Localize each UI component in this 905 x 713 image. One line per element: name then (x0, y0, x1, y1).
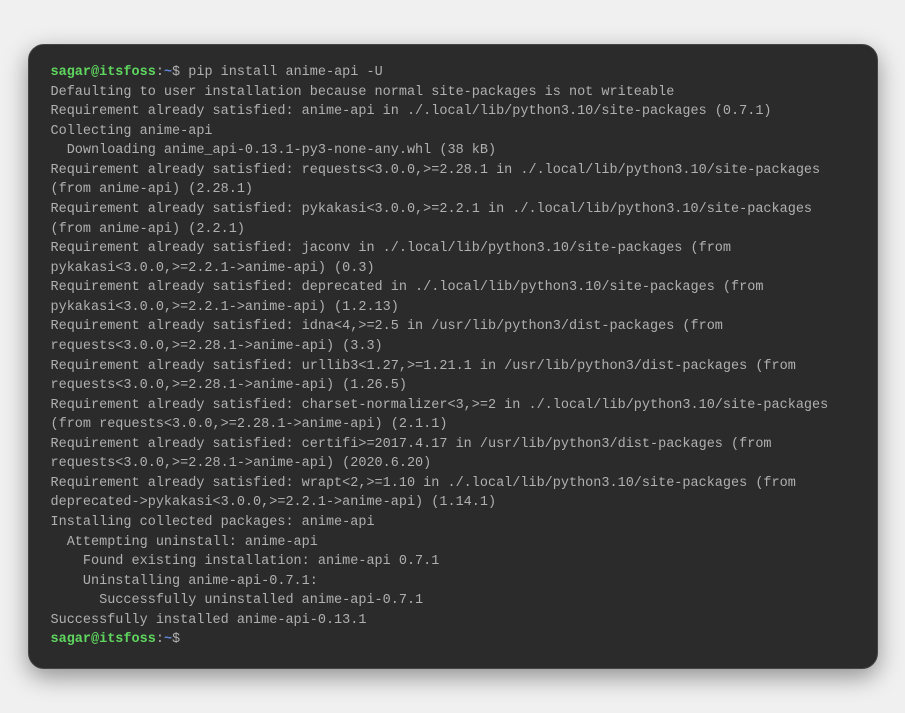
prompt-dollar: $ (172, 632, 188, 647)
output-line: Found existing installation: anime-api 0… (51, 554, 440, 569)
output-line: Requirement already satisfied: certifi>=… (51, 437, 780, 472)
output-line: Installing collected packages: anime-api (51, 515, 375, 530)
command-text: pip install anime-api -U (188, 65, 382, 80)
output-line: Requirement already satisfied: anime-api… (51, 104, 772, 119)
prompt-colon: : (156, 65, 164, 80)
output-line: Downloading anime_api-0.13.1-py3-none-an… (51, 143, 497, 158)
prompt-user-host: sagar@itsfoss (51, 632, 156, 647)
output-line: Requirement already satisfied: requests<… (51, 163, 829, 198)
output-line: Requirement already satisfied: jaconv in… (51, 241, 740, 276)
prompt-dollar: $ (172, 65, 188, 80)
output-line: Successfully uninstalled anime-api-0.7.1 (51, 593, 424, 608)
output-line: Defaulting to user installation because … (51, 85, 675, 100)
output-line: Requirement already satisfied: pykakasi<… (51, 202, 821, 237)
output-line: Uninstalling anime-api-0.7.1: (51, 574, 318, 589)
output-line: Requirement already satisfied: idna<4,>=… (51, 319, 732, 354)
prompt-user-host: sagar@itsfoss (51, 65, 156, 80)
output-line: Attempting uninstall: anime-api (51, 535, 318, 550)
output-line: Requirement already satisfied: urllib3<1… (51, 359, 804, 394)
output-line: Collecting anime-api (51, 124, 213, 139)
output-line: Successfully installed anime-api-0.13.1 (51, 613, 367, 628)
terminal-window: sagar@itsfoss:~$ pip install anime-api -… (28, 44, 878, 669)
output-line: Requirement already satisfied: deprecate… (51, 280, 772, 315)
prompt-path: ~ (164, 632, 172, 647)
prompt-colon: : (156, 632, 164, 647)
terminal-content[interactable]: sagar@itsfoss:~$ pip install anime-api -… (51, 63, 855, 650)
prompt-path: ~ (164, 65, 172, 80)
output-line: Requirement already satisfied: charset-n… (51, 398, 837, 433)
output-line: Requirement already satisfied: wrapt<2,>… (51, 476, 804, 511)
